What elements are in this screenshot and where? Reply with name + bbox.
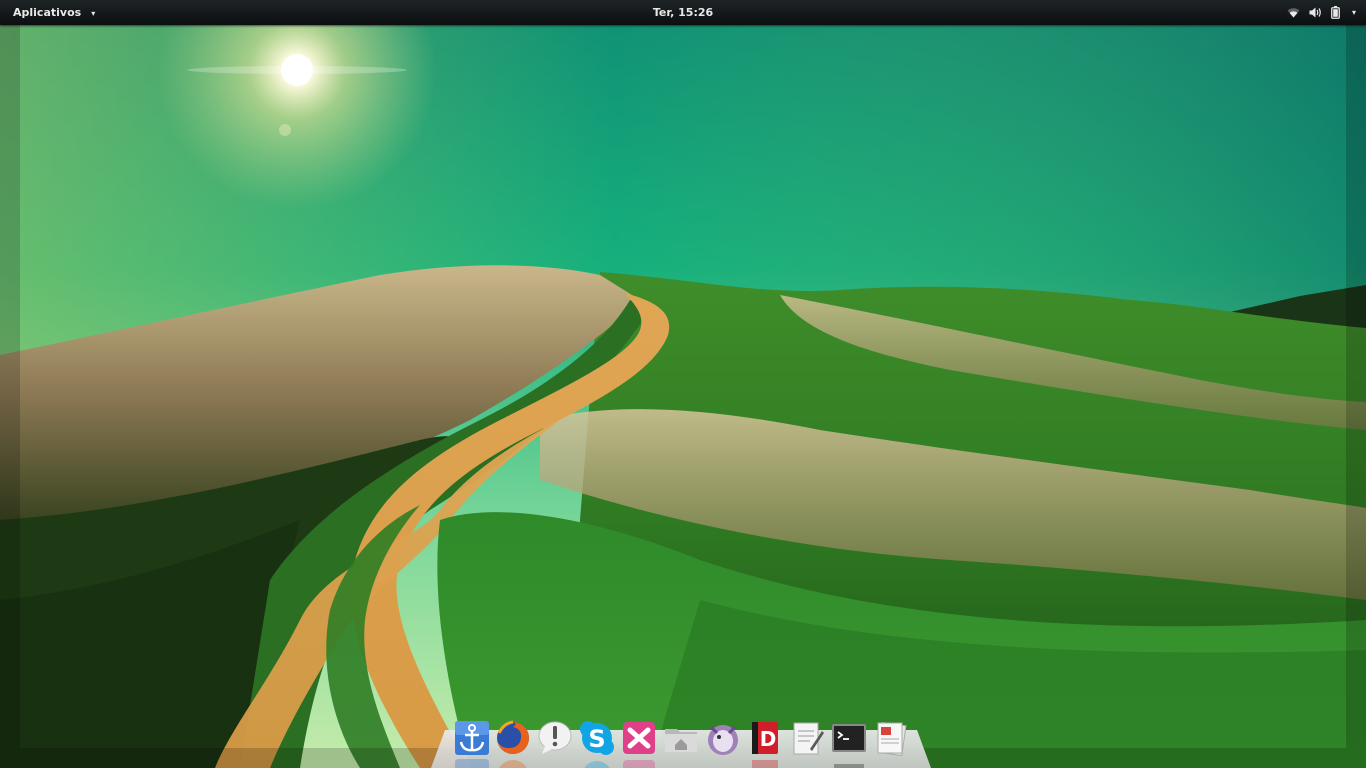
wifi-icon bbox=[1287, 8, 1300, 18]
firefox-icon[interactable] bbox=[494, 719, 532, 757]
battery-icon bbox=[1331, 6, 1340, 19]
dock-reflection bbox=[746, 757, 784, 768]
dock-reflection bbox=[578, 757, 616, 768]
svg-text:D: D bbox=[760, 727, 777, 751]
text-editor-icon[interactable] bbox=[788, 719, 826, 757]
dock-reflection bbox=[453, 757, 491, 768]
skype-icon[interactable]: S bbox=[578, 719, 616, 757]
applications-menu-button[interactable]: Aplicativos ▾ bbox=[13, 0, 95, 25]
document-viewer-icon[interactable] bbox=[872, 719, 910, 757]
volume-icon bbox=[1309, 7, 1321, 18]
crossover-icon[interactable] bbox=[620, 719, 658, 757]
dash-app-icon[interactable]: D bbox=[746, 719, 784, 757]
dock-reflection bbox=[494, 757, 532, 768]
applications-menu-label: Aplicativos bbox=[13, 6, 82, 19]
top-panel: Aplicativos ▾ Ter, 15:26 ▾ bbox=[0, 0, 1366, 25]
pidgin-icon[interactable] bbox=[704, 719, 742, 757]
system-status-menu[interactable]: ▾ bbox=[1287, 0, 1356, 25]
svg-text:S: S bbox=[588, 725, 605, 753]
dock-reflection bbox=[620, 757, 658, 768]
dock: S D bbox=[431, 716, 931, 768]
clock-button[interactable]: Ter, 15:26 bbox=[653, 6, 713, 19]
notification-exclamation-icon[interactable] bbox=[536, 719, 574, 757]
clock-container: Ter, 15:26 bbox=[0, 0, 1366, 25]
docky-anchor-icon[interactable] bbox=[453, 719, 491, 757]
home-folder-icon[interactable] bbox=[662, 719, 700, 757]
dock-reflection bbox=[830, 757, 868, 768]
chevron-down-icon: ▾ bbox=[1351, 8, 1356, 17]
terminal-icon[interactable] bbox=[830, 719, 868, 757]
desktop-wallpaper bbox=[0, 0, 1366, 768]
chevron-down-icon: ▾ bbox=[91, 9, 96, 18]
